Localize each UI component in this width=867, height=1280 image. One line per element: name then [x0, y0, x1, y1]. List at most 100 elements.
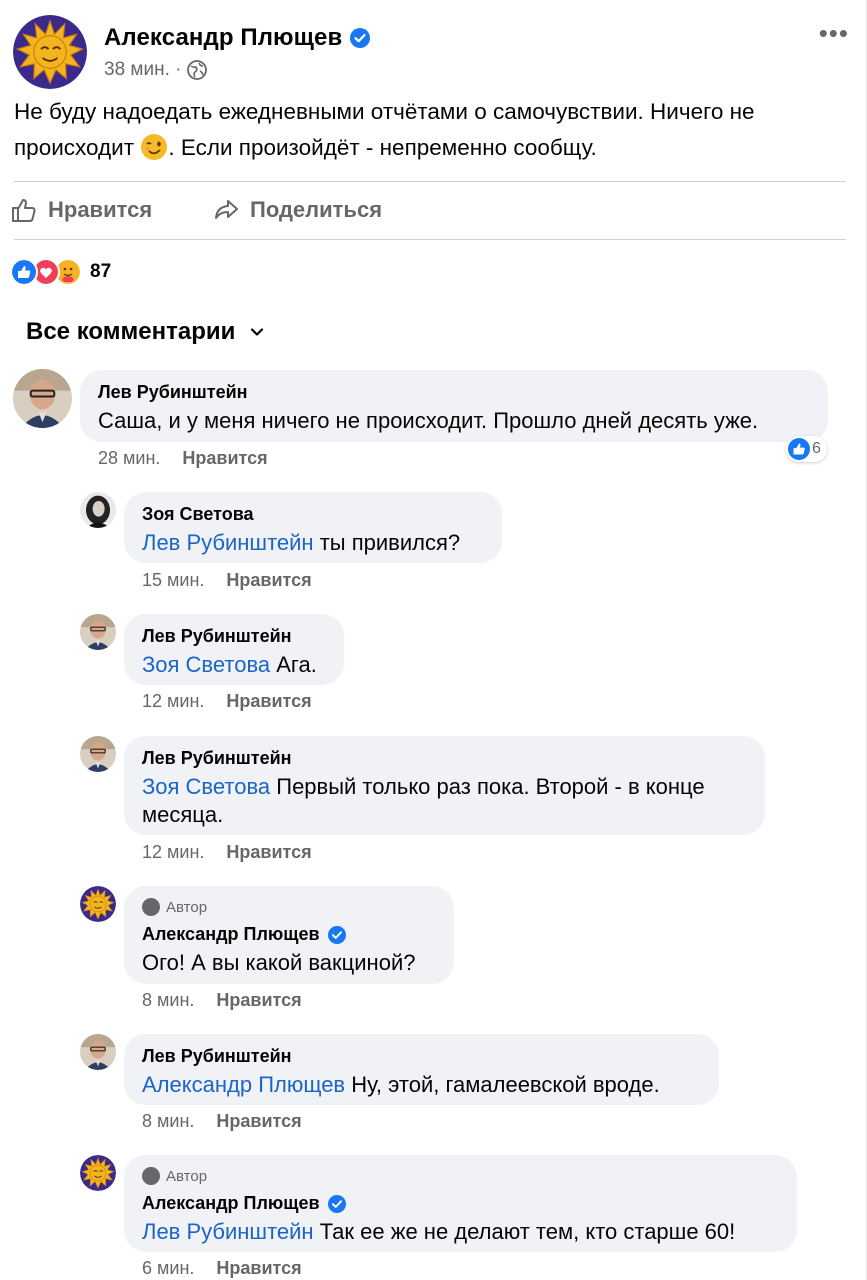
- reactions-summary[interactable]: 87: [10, 258, 111, 286]
- chevron-down-icon: [251, 328, 264, 336]
- comment-avatar[interactable]: [80, 492, 116, 528]
- post-meta: 38 мин. ·: [104, 59, 208, 81]
- comment-bubble: Автор Александр Плющев Ого! А вы какой в…: [124, 886, 454, 984]
- reaction-count: 87: [90, 261, 112, 282]
- comment-mention[interactable]: Зоя Светова: [142, 774, 270, 799]
- post-time[interactable]: 38 мин. ·: [104, 59, 181, 81]
- sun-logo-avatar-icon: [13, 15, 87, 89]
- verified-badge-icon: [350, 28, 370, 48]
- share-button-label: Поделиться: [250, 197, 383, 222]
- comment-meta: 12 мин. Нравится: [142, 842, 312, 863]
- like-button-label: Нравится: [48, 197, 153, 222]
- comment-bubble: Лев Рубинштейн Зоя Светова Первый только…: [124, 736, 765, 835]
- comment-author-label[interactable]: Александр Плющев: [142, 1193, 320, 1214]
- post-author-label[interactable]: Александр Плющев: [104, 24, 342, 52]
- comment-meta: 28 мин. Нравится: [98, 448, 268, 469]
- verified-badge-icon: [328, 1195, 346, 1213]
- comment-text: Александр Плющев Ну, этой, гамалеевской …: [142, 1070, 660, 1099]
- comment-time[interactable]: 12 мин.: [142, 842, 204, 862]
- comment-time[interactable]: 6 мин.: [142, 1258, 194, 1278]
- author-badge-icon: [142, 1167, 160, 1185]
- comment-avatar[interactable]: [13, 369, 72, 428]
- like-reaction-icon: [10, 258, 38, 286]
- comment-time[interactable]: 12 мин.: [142, 691, 204, 711]
- comment-meta: 8 мин. Нравится: [142, 990, 302, 1011]
- more-icon[interactable]: •••: [819, 18, 849, 49]
- comment-like-button[interactable]: Нравится: [226, 691, 311, 711]
- verified-badge-icon: [328, 926, 346, 944]
- post-author-avatar[interactable]: [13, 15, 87, 89]
- post-text-part2: . Если произойдёт - непременно сообщу.: [168, 135, 597, 160]
- comment-author[interactable]: Лев Рубинштейн: [98, 382, 248, 403]
- divider-bottom: [14, 239, 846, 240]
- wink-emoji-icon: [141, 134, 168, 160]
- comment-reaction-count: 6: [812, 440, 821, 457]
- comment-bubble: Лев Рубинштейн Зоя Светова Ага.: [124, 614, 344, 685]
- comment-avatar[interactable]: [80, 1155, 116, 1191]
- avatar-lev: [80, 614, 116, 650]
- comment-mention[interactable]: Зоя Светова: [142, 652, 270, 677]
- comment-author[interactable]: Александр Плющев: [142, 924, 346, 945]
- comment-text: Зоя Светова Ага.: [142, 650, 317, 679]
- author-badge-icon: [142, 898, 160, 916]
- sun-logo-avatar-icon: [80, 1155, 116, 1191]
- comment-reaction-pill[interactable]: 6: [786, 436, 827, 462]
- comment-like-button[interactable]: Нравится: [226, 842, 311, 862]
- comment-text: Саша, и у меня ничего не происходит. Про…: [98, 408, 759, 433]
- comment-text-line1: Зоя Светова Первый только раз пока. Втор…: [142, 772, 705, 801]
- comment-like-button[interactable]: Нравится: [226, 570, 311, 590]
- comment-avatar[interactable]: [80, 886, 116, 922]
- comment-text: Ого! А вы какой вакциной?: [142, 950, 416, 975]
- like-reaction-icon: [788, 438, 810, 460]
- avatar-zoya: [80, 492, 116, 528]
- comment-meta: 12 мин. Нравится: [142, 691, 312, 712]
- comment-time[interactable]: 15 мин.: [142, 570, 204, 590]
- comment-like-button[interactable]: Нравится: [216, 1111, 301, 1131]
- divider-top: [14, 181, 846, 182]
- comment-mention[interactable]: Лев Рубинштейн: [142, 1219, 314, 1244]
- comment-author[interactable]: Александр Плющев: [142, 1193, 346, 1214]
- comment-body: Ну, этой, гамалеевской вроде.: [351, 1072, 660, 1097]
- post-author-name[interactable]: Александр Плющев: [104, 24, 370, 52]
- comment-like-button[interactable]: Нравится: [216, 1258, 301, 1278]
- comment-like-button[interactable]: Нравится: [182, 448, 267, 468]
- comment-body: Первый только раз пока. Второй - в конце: [276, 774, 705, 799]
- all-comments-label: Все комментарии: [26, 318, 236, 345]
- all-comments-dropdown[interactable]: Все комментарии: [26, 318, 265, 346]
- comment-text: Лев Рубинштейн Так ее же не делают тем, …: [142, 1217, 735, 1246]
- comment-avatar[interactable]: [80, 1034, 116, 1070]
- comment-mention[interactable]: Александр Плющев: [142, 1072, 345, 1097]
- comment-author[interactable]: Лев Рубинштейн: [142, 1046, 292, 1067]
- comment-time[interactable]: 8 мин.: [142, 1111, 194, 1131]
- share-icon: [215, 200, 238, 219]
- comment-body: Так ее же не делают тем, кто старше 60!: [319, 1219, 736, 1244]
- comment-author[interactable]: Зоя Светова: [142, 504, 254, 525]
- comment-mention[interactable]: Лев Рубинштейн: [142, 530, 314, 555]
- comment-time[interactable]: 28 мин.: [98, 448, 160, 468]
- comment-meta: 15 мин. Нравится: [142, 570, 312, 591]
- avatar-lev: [80, 1034, 116, 1070]
- comment-body: Ага.: [276, 652, 317, 677]
- comment-avatar[interactable]: [80, 736, 116, 772]
- comment-text: Лев Рубинштейн ты привился?: [142, 528, 460, 557]
- share-button[interactable]: Поделиться: [212, 196, 382, 224]
- comment-text-line2: месяца.: [142, 802, 224, 827]
- thumbs-up-icon: [12, 199, 36, 222]
- comment-bubble: Зоя Светова Лев Рубинштейн ты привился?: [124, 492, 502, 563]
- avatar-lev: [13, 369, 72, 428]
- avatar-lev: [80, 736, 116, 772]
- author-badge: Автор: [142, 1167, 207, 1185]
- comment-author-label[interactable]: Александр Плющев: [142, 924, 320, 945]
- comment-time[interactable]: 8 мин.: [142, 990, 194, 1010]
- comment-author[interactable]: Лев Рубинштейн: [142, 748, 292, 769]
- author-badge-label: Автор: [166, 1167, 208, 1185]
- comment-author[interactable]: Лев Рубинштейн: [142, 626, 292, 647]
- comment-meta: 8 мин. Нравится: [142, 1111, 302, 1132]
- like-button[interactable]: Нравится: [10, 196, 152, 224]
- comment-avatar[interactable]: [80, 614, 116, 650]
- author-badge: Автор: [142, 898, 207, 916]
- comment-like-button[interactable]: Нравится: [216, 990, 301, 1010]
- comment-bubble: Лев Рубинштейн Александр Плющев Ну, этой…: [124, 1034, 719, 1105]
- post-text: Не буду надоедать ежедневными отчётами о…: [14, 94, 854, 166]
- author-badge-label: Автор: [166, 898, 208, 916]
